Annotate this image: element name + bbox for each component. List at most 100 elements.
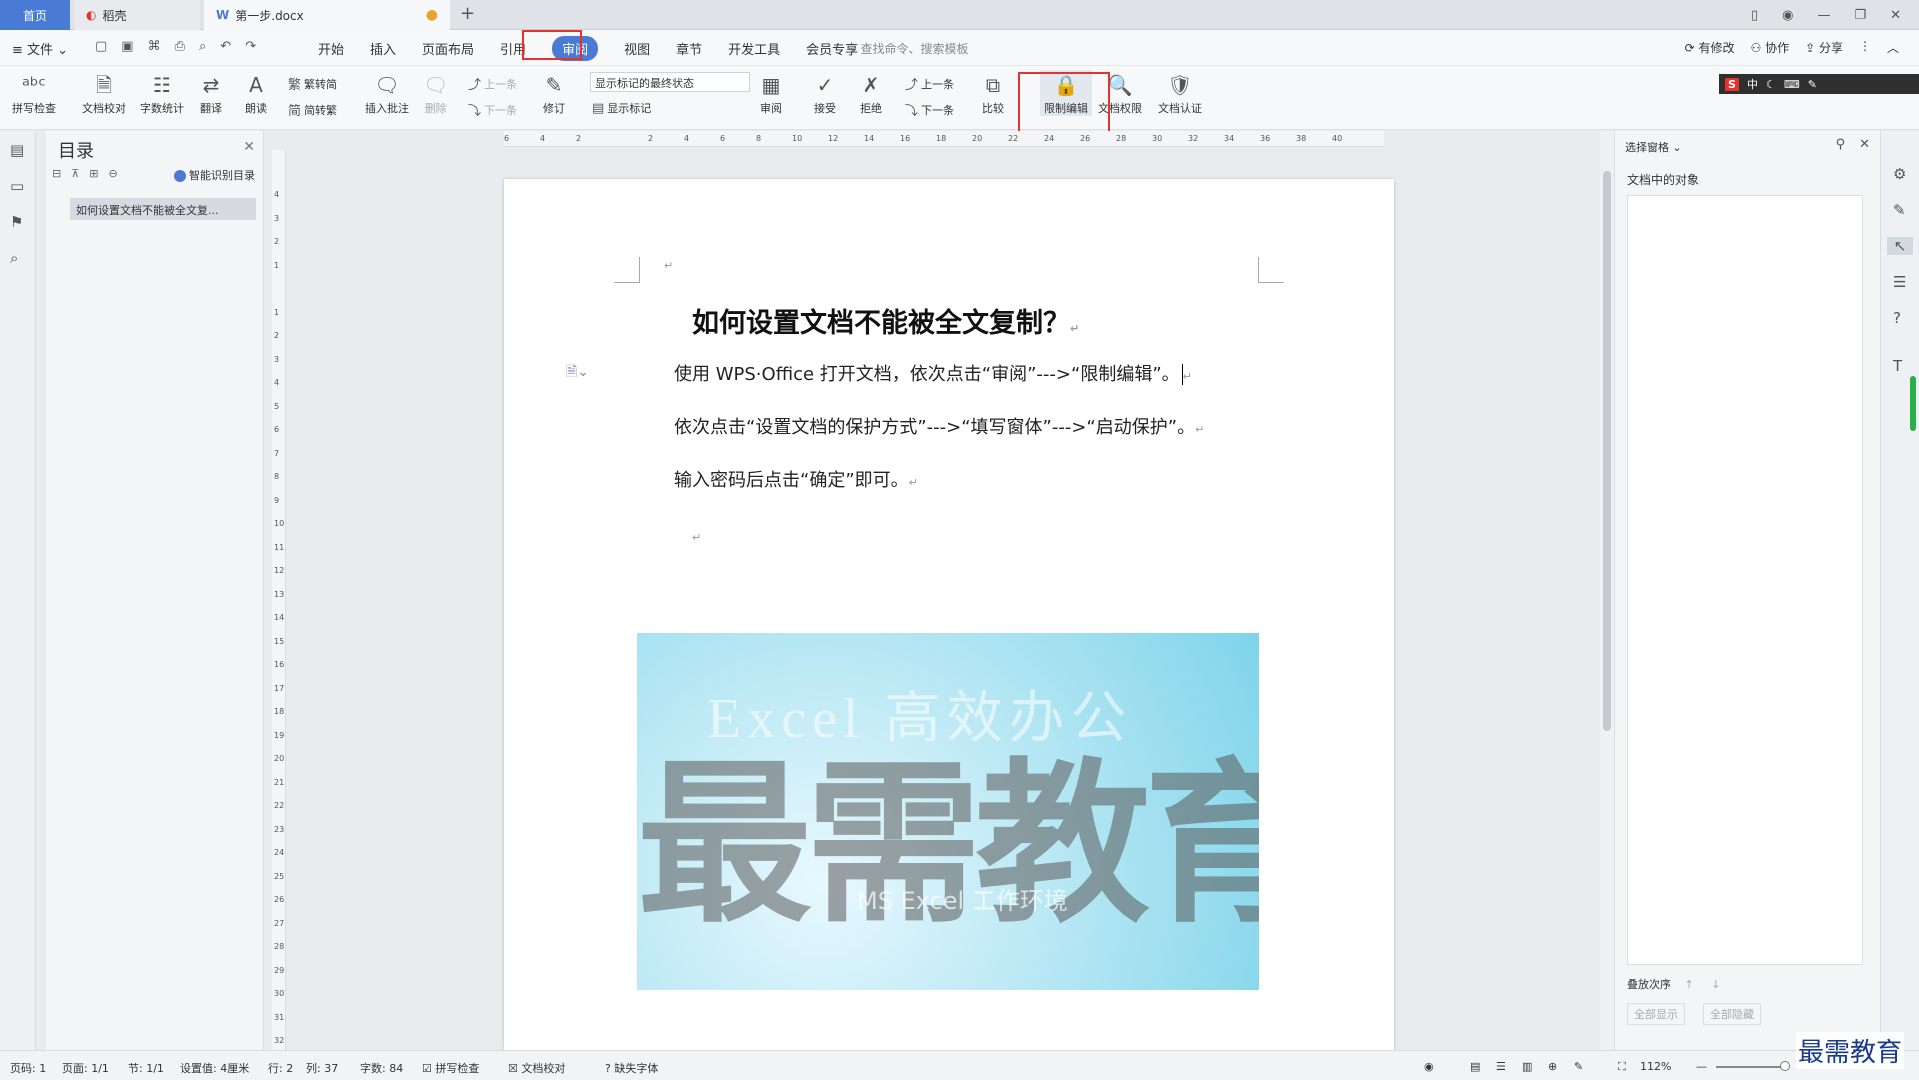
collapse-icon[interactable]: ⊟ xyxy=(52,167,61,180)
insert-comment-button[interactable]: 🗨 插入批注 xyxy=(365,70,409,116)
pane-close-icon[interactable]: ✕ xyxy=(1859,137,1870,152)
tab-start-label: 开始 xyxy=(318,42,345,58)
select-arrow-icon[interactable]: ↖ xyxy=(1887,237,1913,255)
ruler-tick: 22 xyxy=(274,801,285,810)
watermark-image[interactable]: Excel 高效办公 最需教育 MS Excel 工作环境 xyxy=(637,633,1259,990)
zoom-level[interactable]: 112% xyxy=(1640,1060,1671,1073)
undo-icon[interactable]: ↶ xyxy=(220,39,231,54)
missing-font-button[interactable]: ? 缺失字体 xyxy=(605,1060,658,1076)
minus-icon[interactable]: ⊖ xyxy=(109,167,118,180)
vertical-ruler[interactable]: 4 3 2 1 1 2 3 4 5 6 7 8 9 10 11 12 13 14 15 16 17 18 19 20 21 22 2… xyxy=(272,150,286,1050)
tab-insert[interactable]: 插入 xyxy=(357,30,409,66)
markup-select[interactable]: 显示标记的最终状态 xyxy=(590,72,750,92)
tab-daoke[interactable]: ◐ 稻壳 xyxy=(74,0,200,30)
avatar[interactable]: ◉ xyxy=(1782,8,1793,23)
status-col: 列: 37 xyxy=(306,1062,339,1075)
search-icon[interactable]: ⌕ xyxy=(10,249,18,267)
pin-icon[interactable]: ⚲ xyxy=(1836,137,1846,152)
fit-icon[interactable]: ⛶ xyxy=(1618,1060,1626,1074)
format-painter-icon[interactable]: ⌘ xyxy=(148,39,161,54)
collapse-ribbon-icon[interactable]: ︿ xyxy=(1887,39,1899,56)
expand-icon[interactable]: ⊞ xyxy=(89,167,98,180)
selection-pane-title[interactable]: 选择窗格 ⌄ xyxy=(1625,139,1682,155)
move-down-icon[interactable]: ↓ xyxy=(1711,978,1720,991)
help-icon[interactable]: ? xyxy=(1893,309,1901,327)
track-changes-button[interactable]: ✎ 修订 xyxy=(543,70,565,116)
tab-view[interactable]: 视图 xyxy=(611,30,663,66)
status-proof-button[interactable]: ☒ 文档校对 xyxy=(508,1060,565,1076)
preview-icon[interactable]: ⌕ xyxy=(199,39,206,54)
spell-check-button[interactable]: ᵃᵇᶜ 拼写检查 xyxy=(12,70,56,116)
s2t-button[interactable]: 简简转繁 xyxy=(288,100,337,120)
minimize-button[interactable]: — xyxy=(1817,8,1830,23)
objects-list[interactable] xyxy=(1627,195,1863,965)
print-icon[interactable]: ⎙ xyxy=(175,39,185,54)
tab-chapter[interactable]: 章节 xyxy=(663,30,715,66)
text-icon[interactable]: T xyxy=(1893,357,1902,375)
web-view-icon[interactable]: ⊕ xyxy=(1548,1060,1557,1073)
smart-toc-button[interactable]: 智能识别目录 xyxy=(174,167,255,183)
settings-slider-icon[interactable]: ☰ xyxy=(1893,273,1906,291)
next-change-button[interactable]: ⤵ 下一条 xyxy=(905,100,954,120)
bookmark-icon[interactable]: ⚑ xyxy=(10,213,23,231)
new-tab-button[interactable]: + xyxy=(460,3,475,24)
style-icon[interactable]: ⚙ xyxy=(1893,165,1906,183)
eye-icon[interactable]: ◉ xyxy=(1424,1060,1434,1073)
up-level-icon[interactable]: ⊼ xyxy=(71,167,79,180)
outline-view-icon[interactable]: ☰ xyxy=(1496,1060,1506,1073)
tab-developer[interactable]: 开发工具 xyxy=(715,30,793,66)
doc-certify-button[interactable]: 🛡 文档认证 xyxy=(1158,70,1202,116)
ime-toolbar[interactable]: S 中 ☾ ⌨ ✎ xyxy=(1719,74,1919,94)
vertical-scrollbar[interactable] xyxy=(1600,131,1614,1050)
accept-button[interactable]: ✓ 接受 xyxy=(814,70,836,116)
collab-button[interactable]: ⚇ 协作 xyxy=(1751,39,1790,56)
layout-icon[interactable]: ▯ xyxy=(1751,8,1758,23)
tab-document[interactable]: W 第一步.docx ● xyxy=(204,0,450,30)
show-all-button[interactable]: 全部显示 xyxy=(1627,1003,1685,1025)
redo-icon[interactable]: ↷ xyxy=(245,39,256,54)
paragraph-handle-icon[interactable]: 🗎⌄ xyxy=(566,361,589,385)
reject-button[interactable]: ✗ 拒绝 xyxy=(860,70,882,116)
zoom-out-icon[interactable]: — xyxy=(1696,1060,1707,1073)
review-pane-button[interactable]: ▦ 审阅 xyxy=(760,70,782,116)
hide-all-button[interactable]: 全部隐藏 xyxy=(1703,1003,1761,1025)
translate-button[interactable]: ⇄ 翻译 xyxy=(200,70,222,116)
close-button[interactable]: ✕ xyxy=(1890,8,1901,23)
status-spell-button[interactable]: ☑ 拼写检查 xyxy=(422,1060,479,1076)
proofread-button[interactable]: 🗎 文档校对 xyxy=(82,70,126,116)
word-count-button[interactable]: ☷ 字数统计 xyxy=(140,70,184,116)
changes-button[interactable]: ⟳ 有修改 xyxy=(1685,39,1735,56)
command-search[interactable]: ⌕ 查找命令、搜索模板 xyxy=(850,40,969,57)
zoom-slider[interactable] xyxy=(1716,1066,1786,1068)
tab-start[interactable]: 开始 xyxy=(305,30,357,66)
prev-comment-button[interactable]: ⤴ 上一条 xyxy=(468,74,517,94)
read-view-icon[interactable]: ▥ xyxy=(1522,1060,1532,1073)
t2s-button[interactable]: 繁繁转简 xyxy=(288,74,337,94)
horizontal-ruler[interactable]: 6 4 2 2 4 6 8 10 12 14 16 18 20 22 24 26 28 30 32 34 36 38 40 xyxy=(504,131,1384,147)
scrollbar-thumb[interactable] xyxy=(1603,171,1611,731)
toc-icon[interactable]: ▤ xyxy=(10,141,24,159)
move-up-icon[interactable]: ↑ xyxy=(1685,978,1694,991)
read-aloud-button[interactable]: A 朗读 xyxy=(245,70,267,116)
toc-close-icon[interactable]: ✕ xyxy=(243,139,255,155)
zoom-slider-knob[interactable] xyxy=(1780,1061,1790,1071)
compare-button[interactable]: ⧉ 比较 xyxy=(982,70,1004,116)
save-icon[interactable]: ▣ xyxy=(121,39,133,54)
document-page[interactable]: ↵ 如何设置文档不能被全文复制？↵ 使用 WPS·Office 打开文档，依次点… xyxy=(504,179,1394,1050)
tab-home[interactable]: 首页 xyxy=(0,0,70,30)
file-menu[interactable]: ≡ 文件 ⌄ xyxy=(12,39,68,58)
delete-comment-button[interactable]: 🗨 删除 xyxy=(423,70,448,116)
folder-icon[interactable]: ▭ xyxy=(10,177,24,195)
share-button[interactable]: ⇪ 分享 xyxy=(1805,39,1843,56)
more-icon[interactable]: ⋮ xyxy=(1859,39,1871,56)
prev-change-button[interactable]: ⤴ 上一条 xyxy=(905,74,954,94)
show-markup-button[interactable]: ▤ 显示标记 xyxy=(592,100,651,116)
new-icon[interactable]: ▢ xyxy=(95,39,107,54)
pen-view-icon[interactable]: ✎ xyxy=(1574,1060,1583,1073)
toc-item[interactable]: 如何设置文档不能被全文复... xyxy=(70,198,256,220)
pen-icon[interactable]: ✎ xyxy=(1893,201,1906,219)
restore-button[interactable]: ❐ xyxy=(1854,8,1866,23)
page-view-icon[interactable]: ▤ xyxy=(1470,1060,1480,1073)
tab-layout[interactable]: 页面布局 xyxy=(409,30,487,66)
next-comment-button[interactable]: ⤵ 下一条 xyxy=(468,100,517,120)
